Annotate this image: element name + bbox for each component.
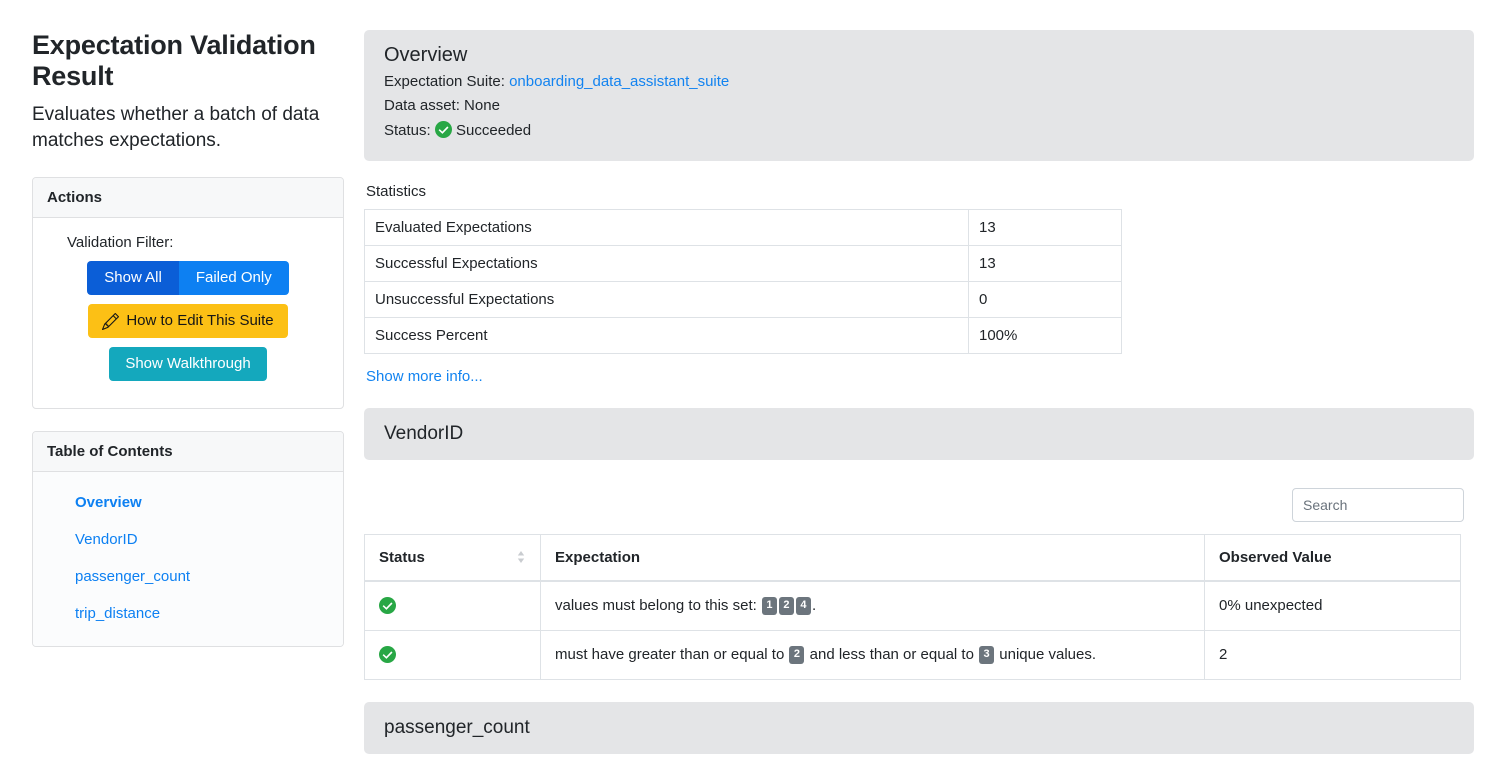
page-title: Expectation Validation Result	[32, 30, 316, 92]
table-header-row: Status Expectation Observed Value	[364, 533, 1461, 582]
sidebar: Expectation Validation Result Evaluates …	[32, 30, 344, 770]
data-asset-value: None	[464, 97, 500, 115]
walkthrough-row: Show Walkthrough	[49, 347, 327, 382]
how-to-edit-suite-button[interactable]: How to Edit This Suite	[88, 304, 288, 339]
expectation-text: unique values.	[995, 645, 1097, 663]
sort-toggle-icon[interactable]	[516, 549, 526, 565]
table-row: Unsuccessful Expectations 0	[364, 280, 1122, 318]
validation-result-page: Expectation Validation Result Evaluates …	[0, 0, 1500, 770]
stat-key: Successful Expectations	[364, 244, 969, 282]
column-header-status-label: Status	[379, 548, 425, 566]
actions-card-header: Actions	[33, 178, 343, 219]
row-status-cell	[364, 580, 541, 631]
overview-status-line: Status: Succeeded	[384, 119, 1454, 143]
expectation-value-badge: 1	[761, 596, 777, 615]
failed-only-button[interactable]: Failed Only	[178, 261, 289, 296]
data-asset-prefix: Data asset:	[384, 97, 460, 115]
stat-value: 100%	[968, 316, 1122, 354]
validation-filter-button-group: Show All Failed Only	[49, 261, 327, 296]
overview-data-asset-line: Data asset: None	[384, 94, 1454, 118]
show-all-button[interactable]: Show All	[87, 261, 179, 296]
statistics-label: Statistics	[366, 182, 427, 200]
edit-suite-row: How to Edit This Suite	[49, 304, 327, 339]
table-row: Evaluated Expectations 13	[364, 208, 1122, 246]
page-subtitle: Evaluates whether a batch of data matche…	[32, 104, 320, 151]
expectation-value-badge: 3	[979, 645, 995, 664]
toc-header: Table of Contents	[33, 432, 343, 473]
overview-panel: Overview Expectation Suite: onboarding_d…	[364, 30, 1474, 161]
show-walkthrough-button[interactable]: Show Walkthrough	[109, 347, 267, 382]
status-prefix: Status:	[384, 121, 431, 139]
expectation-value-badge: 4	[795, 596, 811, 615]
overview-suite-prefix: Expectation Suite:	[384, 73, 505, 90]
stat-value: 13	[968, 244, 1122, 282]
stat-key: Unsuccessful Expectations	[364, 280, 969, 318]
overview-suite-line: Expectation Suite: onboarding_data_assis…	[384, 70, 1454, 94]
stat-value: 0	[968, 280, 1122, 318]
actions-card: Actions Validation Filter: Show All Fail…	[32, 177, 344, 410]
toc-item-trip-distance[interactable]: trip_distance	[33, 595, 343, 632]
status-success-check-icon	[434, 120, 452, 138]
status-value: Succeeded	[456, 121, 532, 139]
row-success-check-icon	[379, 596, 396, 614]
show-more-info-link[interactable]: Show more info...	[366, 368, 483, 385]
search-row	[364, 487, 1474, 522]
stat-value: 13	[968, 208, 1122, 246]
overview-title: Overview	[384, 44, 468, 66]
column-header-observed-value[interactable]: Observed Value	[1204, 533, 1461, 582]
expectations-table: Status Expectation Observed Value values…	[364, 533, 1461, 680]
toc-item-passenger-count[interactable]: passenger_count	[33, 558, 343, 595]
row-expectation-cell: must have greater than or equal to 2 and…	[540, 629, 1205, 680]
expectation-value-badge: 2	[789, 645, 805, 664]
stat-key: Success Percent	[364, 316, 969, 354]
how-to-edit-suite-label: How to Edit This Suite	[126, 312, 274, 330]
search-input[interactable]	[1292, 487, 1464, 522]
column-header-expectation[interactable]: Expectation	[540, 533, 1205, 582]
validation-filter-label: Validation Filter:	[67, 234, 174, 252]
table-row: values must belong to this set: 124. 0% …	[364, 580, 1461, 631]
table-row: must have greater than or equal to 2 and…	[364, 629, 1461, 680]
toc-body: Overview VendorID passenger_count trip_d…	[33, 472, 343, 647]
expectation-text: .	[811, 596, 817, 614]
stat-key: Evaluated Expectations	[364, 208, 969, 246]
expectation-value-badge: 2	[778, 596, 794, 615]
row-observed-value-cell: 0% unexpected	[1204, 580, 1461, 631]
toc-item-vendorid[interactable]: VendorID	[33, 521, 343, 558]
row-success-check-icon	[379, 645, 396, 663]
expectation-text: values must belong to this set:	[555, 596, 761, 614]
row-observed-value-cell: 2	[1204, 629, 1461, 680]
expectation-text: and less than or equal to	[805, 645, 979, 663]
expectation-suite-link[interactable]: onboarding_data_assistant_suite	[509, 73, 729, 90]
table-row: Successful Expectations 13	[364, 244, 1122, 282]
row-status-cell	[364, 629, 541, 680]
toc-item-overview[interactable]: Overview	[33, 484, 343, 521]
row-expectation-cell: values must belong to this set: 124.	[540, 580, 1205, 631]
edit-pencil-square-icon	[102, 312, 120, 330]
section-header-passenger-count: passenger_count	[364, 701, 1474, 754]
statistics-table: Evaluated Expectations 13 Successful Exp…	[364, 208, 1122, 354]
expectation-text: must have greater than or equal to	[555, 645, 789, 663]
section-header-vendorid: VendorID	[364, 407, 1474, 460]
column-header-status[interactable]: Status	[364, 533, 541, 582]
table-row: Success Percent 100%	[364, 316, 1122, 354]
table-of-contents-card: Table of Contents Overview VendorID pass…	[32, 431, 344, 648]
actions-card-body: Validation Filter: Show All Failed Only	[33, 218, 343, 408]
main-content: Overview Expectation Suite: onboarding_d…	[364, 30, 1476, 770]
